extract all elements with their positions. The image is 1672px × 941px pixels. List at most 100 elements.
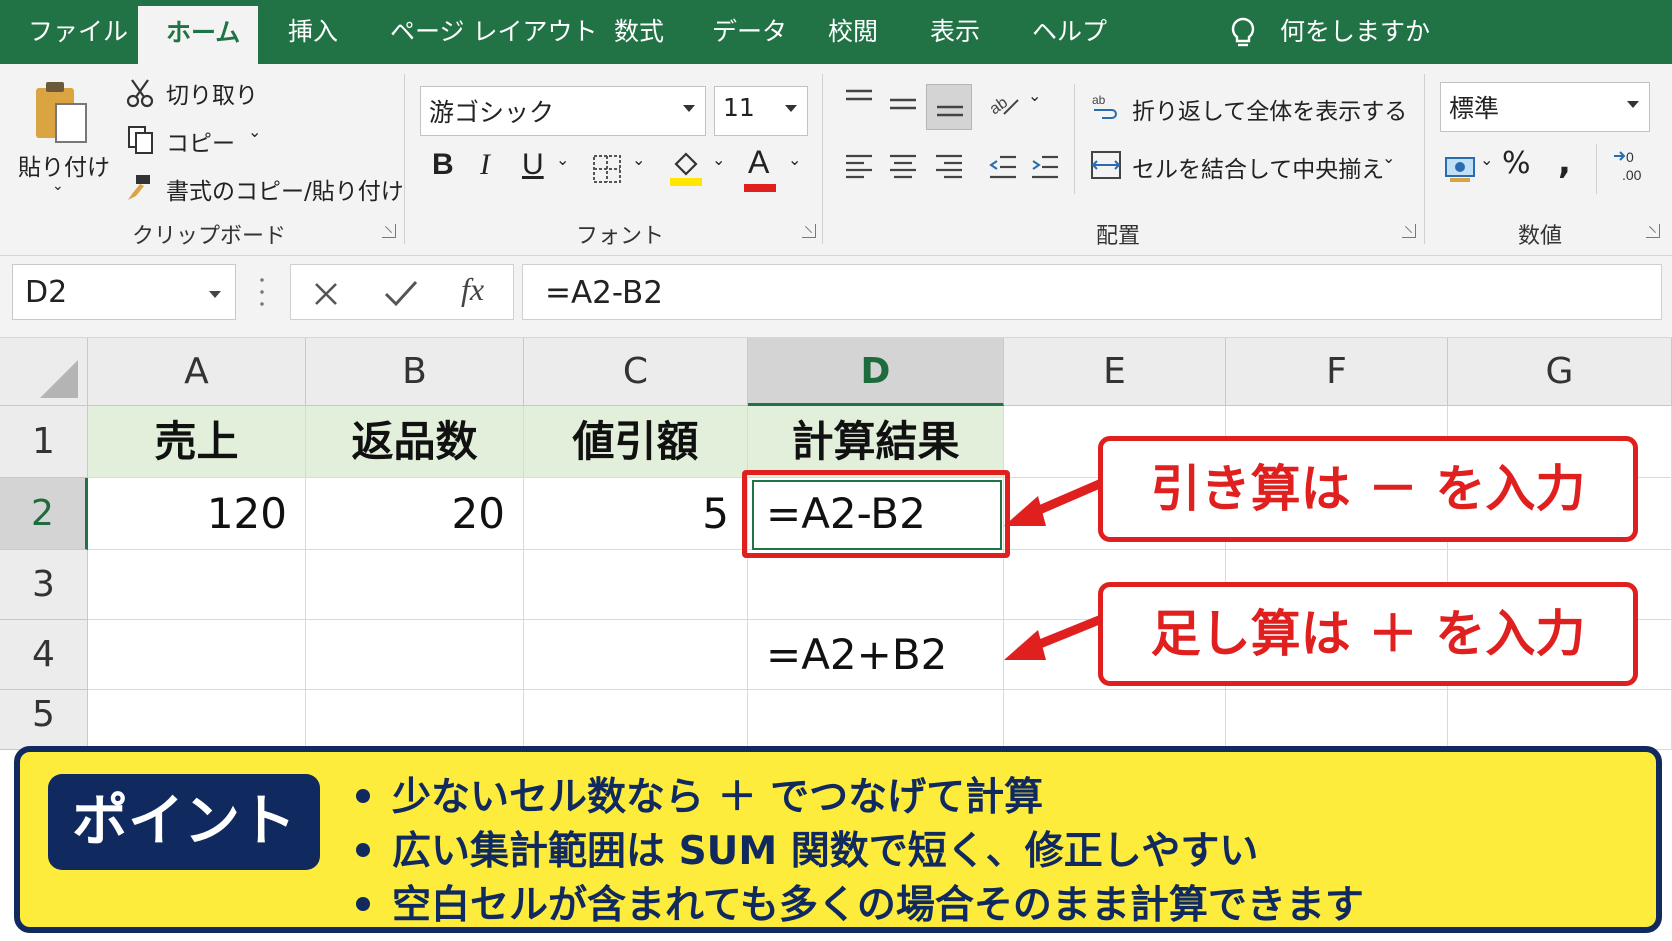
fill-color-icon[interactable] bbox=[668, 148, 704, 188]
font-launcher-icon[interactable] bbox=[802, 224, 816, 238]
formula-buttons: fx bbox=[290, 264, 514, 320]
column-header-d[interactable]: D bbox=[748, 338, 1004, 406]
column-header-f[interactable]: F bbox=[1226, 338, 1448, 406]
cell-a4[interactable] bbox=[88, 620, 306, 690]
font-name-select[interactable]: 游ゴシック bbox=[420, 86, 706, 136]
chevron-down-icon bbox=[683, 105, 695, 112]
column-header-g[interactable]: G bbox=[1448, 338, 1672, 406]
cell-d5[interactable] bbox=[748, 690, 1004, 750]
paste-button[interactable]: 貼り付け ⌄ bbox=[14, 72, 110, 202]
cell-c4[interactable] bbox=[524, 620, 748, 690]
font-color-button[interactable]: A bbox=[748, 144, 769, 181]
align-right-icon[interactable] bbox=[934, 152, 964, 182]
borders-icon[interactable] bbox=[592, 154, 622, 184]
cell-a1[interactable]: 売上 bbox=[88, 406, 306, 478]
tab-review[interactable]: 校閲 bbox=[816, 0, 890, 64]
chevron-down-icon bbox=[1627, 101, 1639, 108]
tab-insert[interactable]: 挿入 bbox=[276, 0, 350, 64]
wrap-text-button[interactable]: ab 折り返して全体を表示する bbox=[1090, 90, 1410, 126]
align-left-icon[interactable] bbox=[844, 152, 874, 182]
accounting-format-icon[interactable] bbox=[1444, 154, 1478, 184]
tab-home[interactable]: ホーム bbox=[138, 6, 258, 64]
cell-d3[interactable] bbox=[748, 550, 1004, 620]
column-header-c[interactable]: C bbox=[524, 338, 748, 406]
cell-c3[interactable] bbox=[524, 550, 748, 620]
decrease-indent-icon[interactable] bbox=[988, 152, 1018, 182]
cancel-icon[interactable] bbox=[311, 279, 341, 309]
align-center-icon[interactable] bbox=[888, 152, 918, 182]
tab-data[interactable]: データ bbox=[700, 0, 799, 64]
font-size-select[interactable]: 11 bbox=[714, 86, 808, 136]
cell-b2[interactable]: 20 bbox=[306, 478, 524, 550]
cell-b5[interactable] bbox=[306, 690, 524, 750]
merge-center-button[interactable]: セルを結合して中央揃え ⌄ bbox=[1090, 148, 1410, 184]
orientation-icon[interactable]: ab bbox=[988, 88, 1022, 120]
cell-e5[interactable] bbox=[1004, 690, 1226, 750]
select-all-button[interactable] bbox=[0, 338, 88, 406]
tab-file[interactable]: ファイル bbox=[16, 0, 140, 64]
paste-dropdown-icon[interactable]: ⌄ bbox=[52, 178, 64, 194]
bold-button[interactable]: B bbox=[432, 148, 454, 182]
enter-check-icon[interactable] bbox=[383, 277, 419, 309]
fill-color-dropdown-icon[interactable]: ⌄ bbox=[712, 150, 725, 169]
cell-b4[interactable] bbox=[306, 620, 524, 690]
tell-me-label: 何をしますか bbox=[1280, 17, 1431, 46]
orientation-dropdown-icon[interactable]: ⌄ bbox=[1028, 86, 1041, 105]
cell-d1[interactable]: 計算結果 bbox=[748, 406, 1004, 478]
formula-input[interactable]: =A2-B2 bbox=[522, 264, 1662, 320]
tab-help[interactable]: ヘルプ bbox=[1020, 0, 1119, 64]
row-header-2[interactable]: 2 bbox=[0, 478, 88, 550]
cell-g5[interactable] bbox=[1448, 690, 1672, 750]
underline-button[interactable]: U bbox=[522, 148, 544, 182]
format-painter-icon bbox=[128, 175, 150, 200]
cell-a2[interactable]: 120 bbox=[88, 478, 306, 550]
align-top-icon[interactable] bbox=[844, 88, 874, 114]
font-group-label: フォント bbox=[576, 224, 665, 249]
cell-c5[interactable] bbox=[524, 690, 748, 750]
row-header-5[interactable]: 5 bbox=[0, 690, 88, 750]
percent-button[interactable]: % bbox=[1502, 146, 1531, 181]
row-header-4[interactable]: 4 bbox=[0, 620, 88, 690]
column-header-b[interactable]: B bbox=[306, 338, 524, 406]
align-middle-icon[interactable] bbox=[888, 92, 918, 118]
tab-formulas[interactable]: 数式 bbox=[602, 0, 676, 64]
cell-f5[interactable] bbox=[1226, 690, 1448, 750]
increase-indent-icon[interactable] bbox=[1030, 152, 1060, 182]
underline-dropdown-icon[interactable]: ⌄ bbox=[556, 150, 569, 169]
clipboard-launcher-icon[interactable] bbox=[382, 224, 396, 238]
tab-view[interactable]: 表示 bbox=[918, 0, 992, 64]
wrap-text-label: 折り返して全体を表示する bbox=[1132, 99, 1408, 125]
font-size-value: 11 bbox=[723, 93, 755, 122]
number-format-select[interactable]: 標準 bbox=[1440, 82, 1650, 132]
accounting-dropdown-icon[interactable]: ⌄ bbox=[1480, 150, 1493, 169]
borders-dropdown-icon[interactable]: ⌄ bbox=[632, 150, 645, 169]
column-header-a[interactable]: A bbox=[88, 338, 306, 406]
row-header-3[interactable]: 3 bbox=[0, 550, 88, 620]
comma-button[interactable]: , bbox=[1558, 142, 1571, 182]
cell-c1[interactable]: 値引額 bbox=[524, 406, 748, 478]
cut-button[interactable]: 切り取り bbox=[122, 74, 262, 110]
name-box[interactable]: D2 bbox=[12, 264, 236, 320]
row-header-1[interactable]: 1 bbox=[0, 406, 88, 478]
column-header-e[interactable]: E bbox=[1004, 338, 1226, 406]
merge-dropdown-icon[interactable]: ⌄ bbox=[1382, 148, 1395, 167]
copy-button[interactable]: コピー ⌄ bbox=[122, 122, 272, 158]
formula-value: =A2-B2 bbox=[545, 275, 663, 311]
alignment-launcher-icon[interactable] bbox=[1402, 224, 1416, 238]
tab-page-layout[interactable]: ページ レイアウト bbox=[378, 0, 609, 64]
number-launcher-icon[interactable] bbox=[1646, 224, 1660, 238]
cell-c2[interactable]: 5 bbox=[524, 478, 748, 550]
cell-a5[interactable] bbox=[88, 690, 306, 750]
copy-dropdown-icon[interactable]: ⌄ bbox=[248, 122, 261, 141]
cell-b3[interactable] bbox=[306, 550, 524, 620]
italic-button[interactable]: I bbox=[480, 148, 490, 182]
cell-b1[interactable]: 返品数 bbox=[306, 406, 524, 478]
insert-function-button[interactable]: fx bbox=[461, 271, 484, 308]
grip-icon[interactable] bbox=[260, 274, 264, 310]
cell-a3[interactable] bbox=[88, 550, 306, 620]
cell-d4[interactable]: =A2+B2 bbox=[748, 620, 1004, 690]
font-color-dropdown-icon[interactable]: ⌄ bbox=[788, 150, 801, 169]
align-bottom-button[interactable] bbox=[926, 84, 972, 130]
increase-decimal-icon[interactable]: 0 .00 bbox=[1612, 148, 1646, 184]
format-painter-button[interactable]: 書式のコピー/貼り付け bbox=[122, 170, 404, 206]
